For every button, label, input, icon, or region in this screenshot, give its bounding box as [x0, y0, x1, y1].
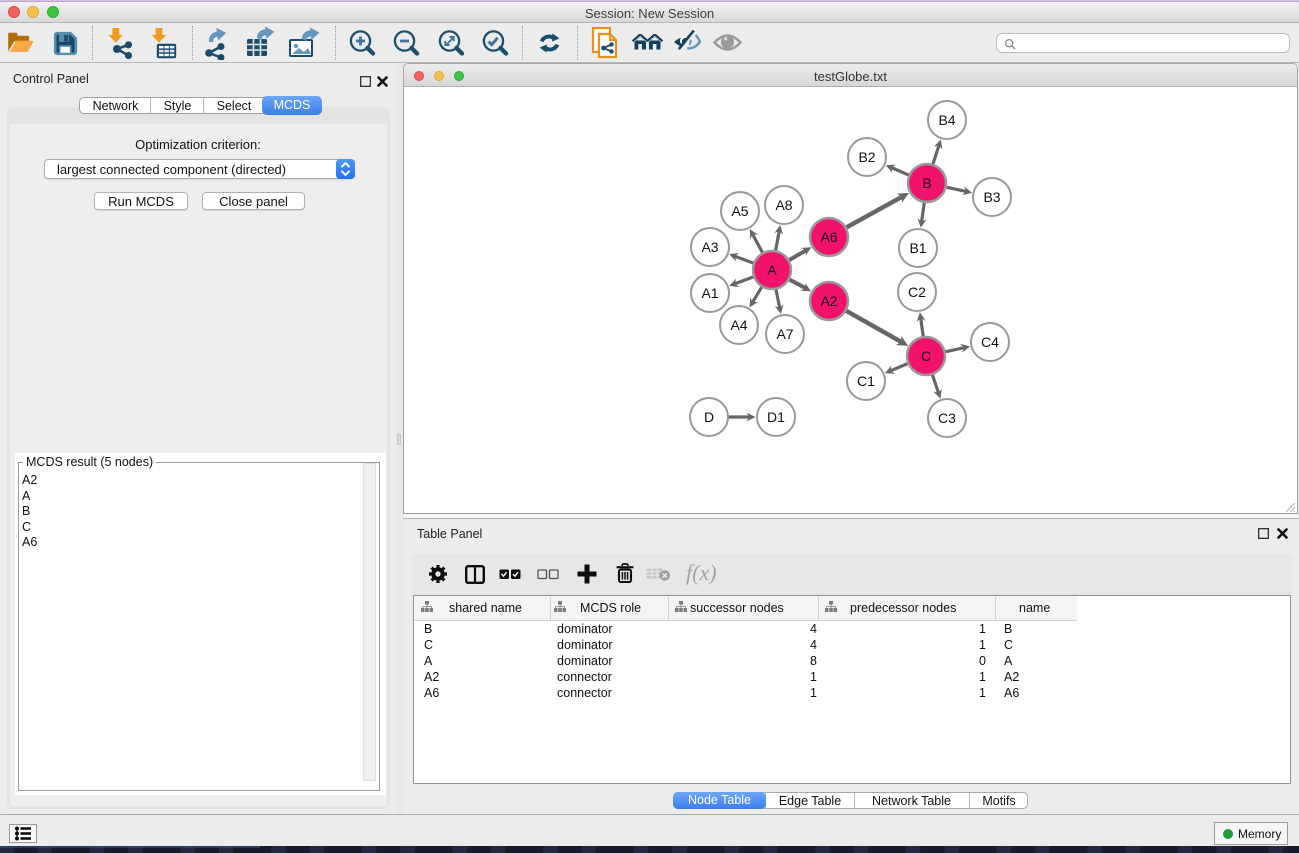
svg-text:C3: C3 — [938, 410, 956, 426]
svg-text:C: C — [921, 348, 931, 364]
svg-text:C2: C2 — [908, 284, 926, 300]
svg-text:A: A — [767, 262, 777, 278]
svg-text:A8: A8 — [775, 197, 792, 213]
svg-text:B1: B1 — [909, 240, 926, 256]
svg-text:A7: A7 — [776, 326, 793, 342]
svg-text:A6: A6 — [820, 229, 837, 245]
svg-text:A5: A5 — [731, 203, 748, 219]
svg-text:A1: A1 — [701, 285, 718, 301]
svg-text:A2: A2 — [820, 293, 837, 309]
svg-text:B2: B2 — [858, 149, 875, 165]
svg-text:B: B — [922, 175, 931, 191]
svg-text:D1: D1 — [767, 409, 785, 425]
svg-text:D: D — [704, 409, 714, 425]
svg-text:A4: A4 — [730, 317, 747, 333]
svg-text:C4: C4 — [981, 334, 999, 350]
svg-text:C1: C1 — [857, 373, 875, 389]
svg-text:A3: A3 — [701, 239, 718, 255]
svg-text:B4: B4 — [938, 112, 955, 128]
svg-text:B3: B3 — [983, 189, 1000, 205]
